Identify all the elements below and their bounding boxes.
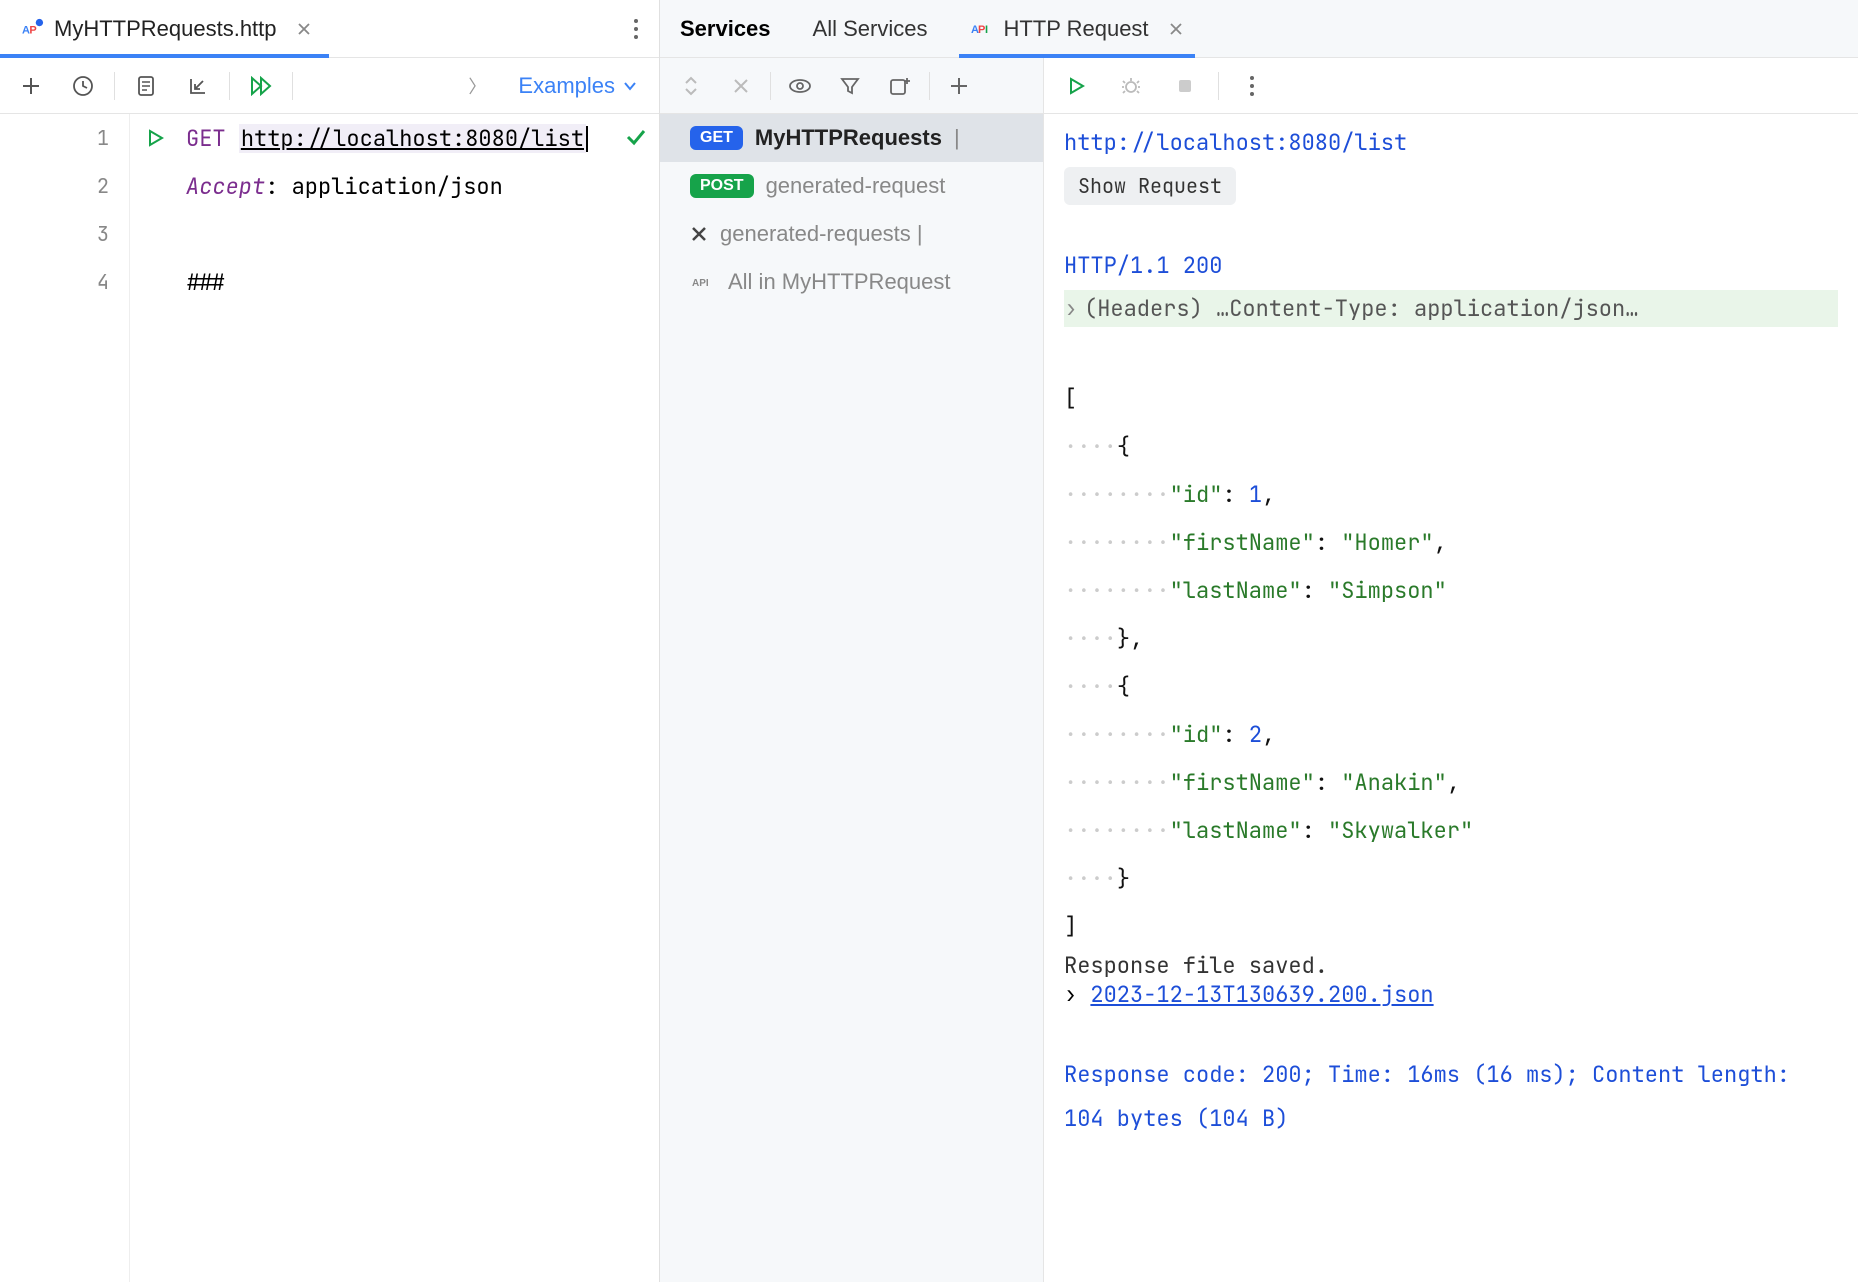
editor-tab-label: MyHTTPRequests.http	[54, 16, 277, 42]
editor-toolbar: 〉 Examples	[0, 58, 659, 114]
add-request-button[interactable]	[8, 64, 54, 108]
run-gutter-icon[interactable]	[147, 129, 165, 147]
response-status: HTTP/1.1 200	[1064, 251, 1838, 280]
service-item-all[interactable]: API All in MyHTTPRequest	[660, 258, 1043, 306]
response-panel: http://localhost:8080/list Show Request …	[1044, 58, 1858, 1282]
close-icon[interactable]	[1169, 22, 1183, 36]
http-header-value: : application/json	[265, 172, 503, 201]
service-item-tail: |	[954, 125, 960, 151]
debug-button[interactable]	[1108, 64, 1154, 108]
view-button[interactable]	[777, 64, 823, 108]
response-body: [····{········"id": 1,········"firstName…	[1064, 375, 1838, 951]
separator	[292, 72, 293, 100]
gutter: 1 2 3 4	[0, 114, 130, 1282]
response-url: http://localhost:8080/list	[1064, 128, 1838, 157]
scratch-button[interactable]	[123, 64, 169, 108]
line-number: 2	[97, 173, 109, 199]
service-item-get[interactable]: GET MyHTTPRequests |	[660, 114, 1043, 162]
response-headers-fold[interactable]: › (Headers) …Content-Type: application/j…	[1064, 290, 1838, 327]
http-header-name: Accept	[186, 172, 265, 201]
stop-button[interactable]	[1162, 64, 1208, 108]
service-item-post[interactable]: POST generated-request	[660, 162, 1043, 210]
headers-preview: (Headers) …Content-Type: application/jso…	[1084, 294, 1638, 323]
svg-text:P: P	[29, 24, 36, 36]
code-editor[interactable]: 1 2 3 4 GET http://localhost:8080/list	[0, 114, 659, 1282]
response-content[interactable]: http://localhost:8080/list Show Request …	[1044, 114, 1858, 1282]
separator	[1218, 72, 1219, 100]
show-request-button[interactable]: Show Request	[1064, 167, 1236, 205]
more-icon[interactable]	[1229, 64, 1275, 108]
error-icon	[690, 225, 708, 243]
response-status-summary: Response code: 200; Time: 16ms (16 ms); …	[1064, 1053, 1838, 1141]
response-toolbar	[1044, 58, 1858, 114]
http-file-icon: AP	[22, 18, 54, 40]
rerun-button[interactable]	[1054, 64, 1100, 108]
tab-all-services[interactable]: All Services	[791, 0, 950, 57]
separator	[114, 72, 115, 100]
method-badge: GET	[690, 126, 743, 150]
chevron-down-icon	[623, 81, 637, 91]
services-toolbar	[660, 58, 1043, 114]
tab-menu-icon[interactable]	[613, 18, 659, 40]
history-button[interactable]	[60, 64, 106, 108]
separator	[770, 72, 771, 100]
close-panel-button[interactable]	[718, 64, 764, 108]
line-number: 1	[97, 125, 109, 151]
expand-collapse-button[interactable]	[668, 64, 714, 108]
separator	[229, 72, 230, 100]
cursor	[586, 126, 588, 152]
line-number: 3	[97, 221, 109, 247]
request-separator: ###	[182, 268, 226, 297]
editor-tab[interactable]: AP MyHTTPRequests.http	[0, 0, 329, 57]
svg-text:API: API	[692, 278, 709, 289]
response-file-row: › 2023-12-13T130639.200.json	[1064, 980, 1838, 1009]
import-button[interactable]	[175, 64, 221, 108]
line-number: 4	[97, 269, 109, 295]
service-item-name: generated-requests |	[720, 221, 923, 247]
new-session-button[interactable]	[877, 64, 923, 108]
http-method: GET	[186, 124, 226, 153]
service-item-name: generated-request	[766, 173, 946, 199]
add-button[interactable]	[936, 64, 982, 108]
services-label: Services	[680, 16, 791, 42]
chevron-right-icon[interactable]: 〉	[456, 73, 498, 99]
response-saved-label: Response file saved.	[1064, 951, 1838, 980]
tab-http-request[interactable]: API HTTP Request	[949, 0, 1204, 57]
filter-button[interactable]	[827, 64, 873, 108]
editor-tab-row: AP MyHTTPRequests.http	[0, 0, 659, 58]
chevron-right-icon: ›	[1064, 294, 1078, 323]
run-all-button[interactable]	[238, 64, 284, 108]
svg-text:I: I	[985, 24, 988, 36]
separator	[929, 72, 930, 100]
check-icon[interactable]	[625, 126, 647, 148]
service-item-name: All in MyHTTPRequest	[728, 269, 951, 295]
response-file-link[interactable]: 2023-12-13T130639.200.json	[1090, 980, 1433, 1009]
service-item-name: MyHTTPRequests	[755, 125, 942, 151]
api-icon: API	[690, 272, 716, 292]
examples-label: Examples	[518, 73, 615, 99]
service-item-error[interactable]: generated-requests |	[660, 210, 1043, 258]
http-url: http://localhost:8080/list	[239, 124, 586, 153]
services-tabs: Services All Services API HTTP Request	[660, 0, 1858, 58]
method-badge: POST	[690, 174, 754, 198]
examples-dropdown[interactable]: Examples	[504, 73, 651, 99]
services-list-panel: GET MyHTTPRequests | POST generated-requ…	[660, 58, 1044, 1282]
api-icon: API	[971, 20, 993, 38]
close-icon[interactable]	[297, 22, 311, 36]
